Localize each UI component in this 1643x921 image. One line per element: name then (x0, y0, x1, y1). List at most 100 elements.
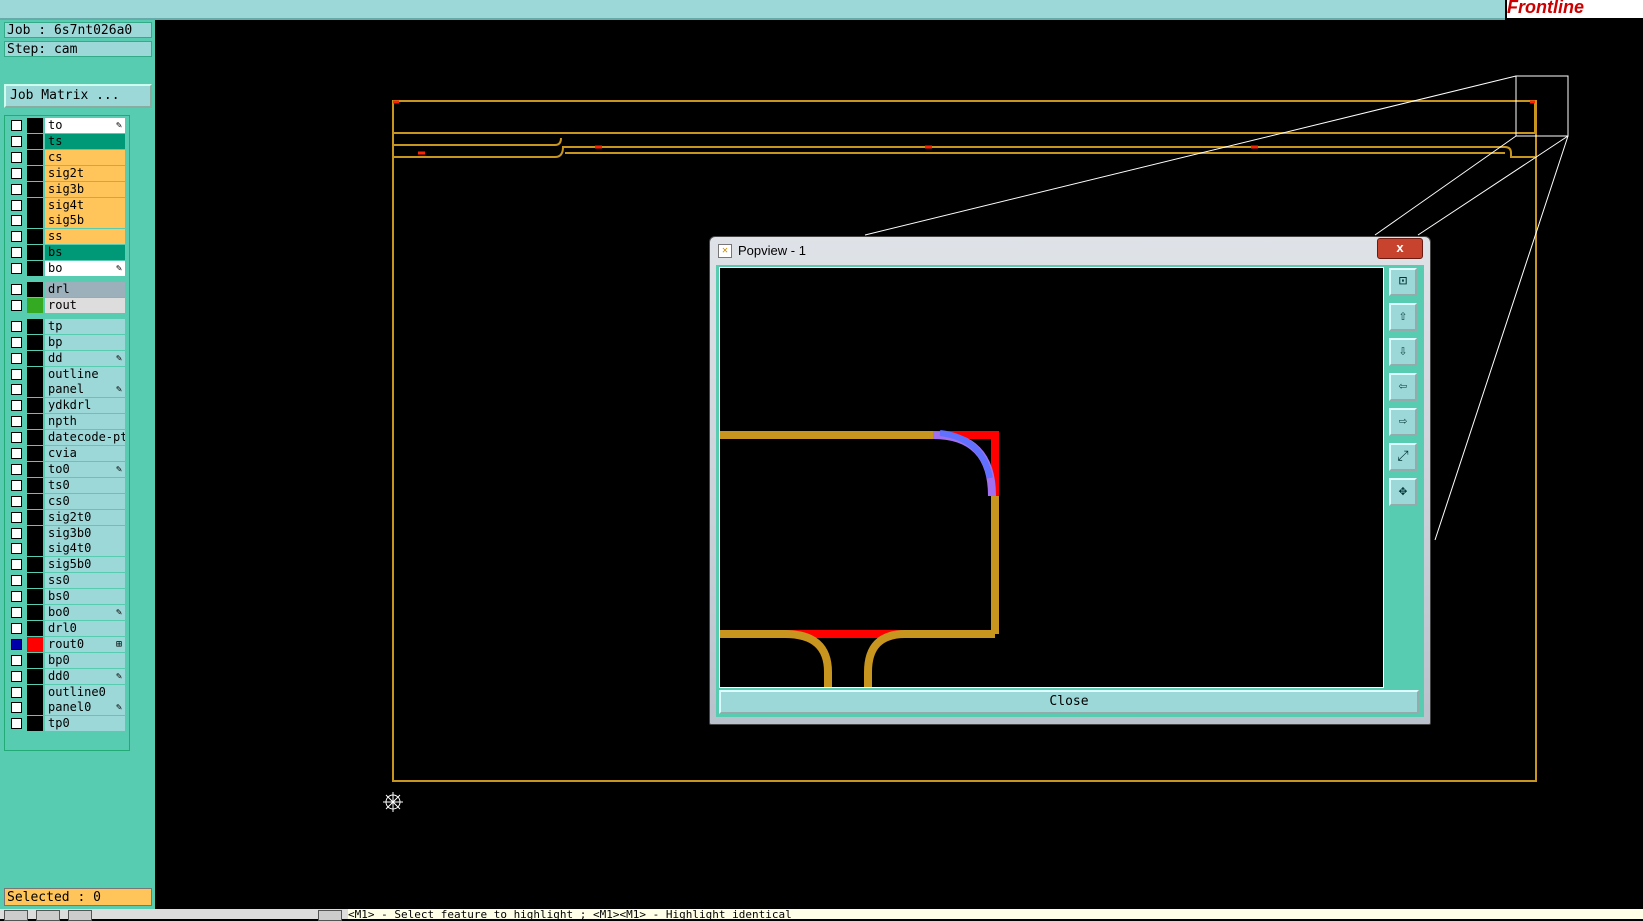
pan-down-button[interactable]: ⇩ (1389, 338, 1417, 366)
layer-row-cs[interactable]: cs (7, 149, 127, 165)
layer-name[interactable]: drl0 (45, 620, 125, 636)
layer-checkbox[interactable] (11, 167, 22, 179)
zoom-home-button[interactable]: ⤢ (1389, 443, 1417, 471)
layer-color-swatch[interactable] (27, 716, 43, 732)
pan-left-button[interactable]: ⇦ (1389, 373, 1417, 401)
layer-color-swatch[interactable] (27, 589, 43, 605)
layer-color-swatch[interactable] (27, 366, 43, 382)
layer-color-swatch[interactable] (27, 398, 43, 414)
layer-row-tp0[interactable]: tp0 (7, 716, 127, 732)
layer-row-cs0[interactable]: cs0 (7, 493, 127, 509)
layer-name[interactable]: bo0 ✎ (45, 605, 125, 620)
layer-row-sig2t0[interactable]: sig2t0 (7, 509, 127, 525)
layer-color-swatch[interactable] (27, 213, 43, 229)
layer-name[interactable]: sig4t (45, 197, 125, 213)
layer-row-dd0[interactable]: dd0 ✎ (7, 668, 127, 684)
layer-name[interactable]: ts (45, 133, 125, 149)
layer-color-swatch[interactable] (27, 668, 43, 684)
layer-color-swatch[interactable] (27, 573, 43, 589)
layer-color-swatch[interactable] (27, 477, 43, 493)
layer-name[interactable]: cs (45, 149, 125, 165)
layer-row-ydkdrl[interactable]: ydkdrl (7, 398, 127, 414)
layer-color-swatch[interactable] (27, 414, 43, 430)
layer-color-swatch[interactable] (27, 509, 43, 525)
layer-checkbox[interactable] (11, 183, 22, 195)
layer-row-dd[interactable]: dd ✎ (7, 350, 127, 366)
layer-checkbox[interactable] (11, 543, 22, 555)
layer-checkbox[interactable] (11, 432, 22, 444)
popview-canvas[interactable] (719, 267, 1384, 688)
layer-checkbox[interactable] (11, 135, 22, 147)
layer-row-sig4t[interactable]: sig4t (7, 197, 127, 213)
layer-row-to0[interactable]: to0 ✎ (7, 461, 127, 477)
layer-row-ts0[interactable]: ts0 (7, 477, 127, 493)
layer-checkbox[interactable] (11, 607, 22, 618)
layer-row-rout0[interactable]: rout0 ⊞ (7, 636, 127, 652)
layer-checkbox[interactable] (11, 591, 22, 603)
layer-checkbox[interactable] (11, 495, 22, 507)
status-button-1[interactable] (4, 910, 28, 921)
layer-color-swatch[interactable] (27, 297, 43, 313)
layer-color-swatch[interactable] (27, 557, 43, 573)
layer-row-npth[interactable]: npth (7, 414, 127, 430)
layer-checkbox[interactable] (11, 336, 22, 348)
layer-row-drl0[interactable]: drl0 (7, 620, 127, 636)
layer-color-swatch[interactable] (27, 282, 43, 297)
layer-row-bp[interactable]: bp (7, 334, 127, 350)
status-button-4[interactable] (318, 910, 342, 921)
layer-color-swatch[interactable] (27, 181, 43, 197)
layer-name[interactable]: ss (45, 229, 125, 245)
layer-name[interactable]: tp (45, 318, 125, 334)
layer-color-swatch[interactable] (27, 334, 43, 350)
layer-color-swatch[interactable] (27, 636, 43, 652)
layer-checkbox[interactable] (11, 120, 22, 131)
layer-name[interactable]: panel ✎ (45, 382, 125, 398)
layer-name[interactable]: cvia (45, 446, 125, 461)
layer-checkbox[interactable] (11, 231, 22, 243)
layer-row-ss0[interactable]: ss0 (7, 573, 127, 589)
layer-color-swatch[interactable] (27, 461, 43, 477)
layer-row-sig4t0[interactable]: sig4t0 (7, 541, 127, 557)
layer-checkbox[interactable] (11, 718, 22, 730)
layer-checkbox[interactable] (11, 638, 22, 650)
layer-name[interactable]: rout0 ⊞ (45, 636, 125, 652)
layer-name[interactable]: sig4t0 (45, 541, 125, 557)
layer-color-swatch[interactable] (27, 133, 43, 149)
layer-row-to[interactable]: to ✎ (7, 118, 127, 133)
layer-checkbox[interactable] (11, 352, 22, 364)
layer-row-datecode-pte[interactable]: datecode-pte (7, 430, 127, 446)
layer-checkbox[interactable] (11, 284, 22, 295)
layer-color-swatch[interactable] (27, 541, 43, 557)
layer-checkbox[interactable] (11, 384, 22, 396)
layer-checkbox[interactable] (11, 511, 22, 523)
layer-name[interactable]: panel0 ✎ (45, 700, 125, 716)
layer-name[interactable]: outline0 (45, 684, 125, 700)
layer-row-rout[interactable]: rout (7, 297, 127, 313)
layer-checkbox[interactable] (11, 448, 22, 459)
layer-name[interactable]: sig2t0 (45, 509, 125, 525)
layer-row-sig3b0[interactable]: sig3b0 (7, 525, 127, 541)
layer-row-bo0[interactable]: bo0 ✎ (7, 605, 127, 620)
layer-color-swatch[interactable] (27, 430, 43, 446)
layer-name[interactable]: dd ✎ (45, 350, 125, 366)
layer-name[interactable]: ydkdrl (45, 398, 125, 414)
layer-checkbox[interactable] (11, 247, 22, 259)
layer-name[interactable]: to ✎ (45, 118, 125, 133)
layer-row-outline0[interactable]: outline0 (7, 684, 127, 700)
layer-color-swatch[interactable] (27, 700, 43, 716)
layer-checkbox[interactable] (11, 559, 22, 571)
layer-checkbox[interactable] (11, 527, 22, 539)
layer-color-swatch[interactable] (27, 382, 43, 398)
layer-name[interactable]: sig2t (45, 165, 125, 181)
layer-name[interactable]: ts0 (45, 477, 125, 493)
layer-color-swatch[interactable] (27, 165, 43, 181)
layer-row-bp0[interactable]: bp0 (7, 652, 127, 668)
job-matrix-button[interactable]: Job Matrix ... (4, 84, 152, 108)
layer-row-cvia[interactable]: cvia (7, 446, 127, 461)
layer-name[interactable]: outline (45, 366, 125, 382)
layer-checkbox[interactable] (11, 400, 22, 412)
window-close-button[interactable]: x (1377, 238, 1423, 259)
layer-row-ts[interactable]: ts (7, 133, 127, 149)
layer-row-ss[interactable]: ss (7, 229, 127, 245)
layer-checkbox[interactable] (11, 215, 22, 227)
